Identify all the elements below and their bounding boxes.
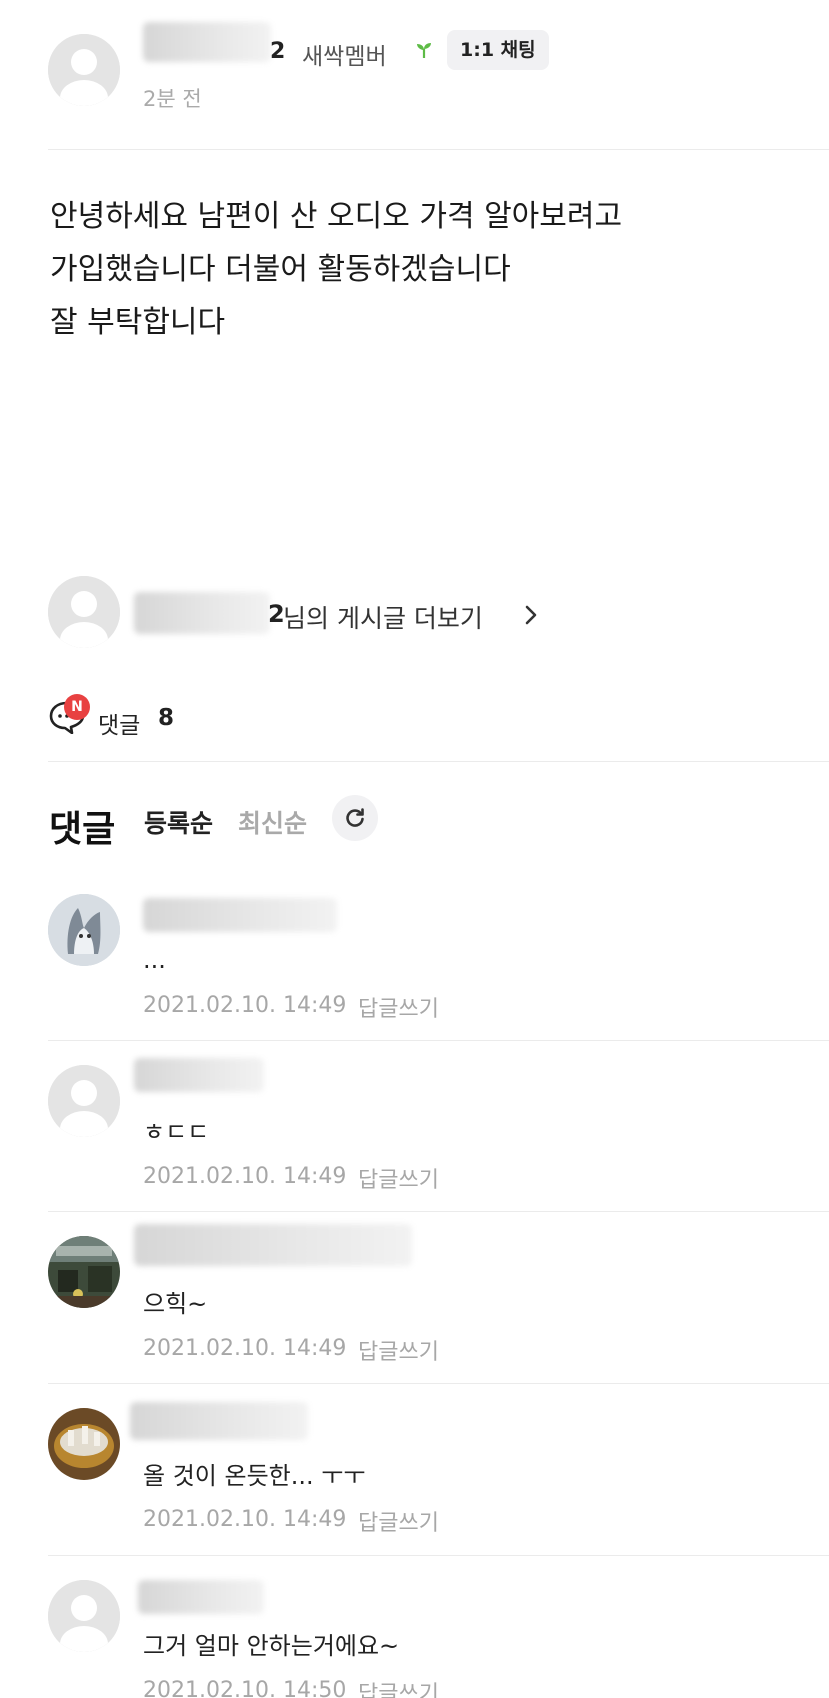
post-body: 안녕하세요 남편이 산 오디오 가격 알아보려고 가입했습니다 더불어 활동하겠… xyxy=(50,190,622,349)
commenter-avatar[interactable] xyxy=(48,1580,120,1652)
comment-text: ... xyxy=(143,946,166,974)
reply-button[interactable]: 답글쓰기 xyxy=(358,1676,439,1698)
comment-date: 2021.02.10. 14:50 xyxy=(143,1678,347,1698)
header-divider xyxy=(48,149,829,150)
comment-divider xyxy=(48,1040,829,1041)
comment-text: 으힉~ xyxy=(143,1290,208,1318)
commenter-nickname-redacted[interactable] xyxy=(134,1224,412,1266)
reply-button[interactable]: 답글쓰기 xyxy=(358,1334,439,1366)
author-more-posts-link[interactable]: 님의 게시글 더보기 xyxy=(283,599,483,635)
comment-text: ㅎㄷㄷ xyxy=(143,1118,210,1146)
commenter-nickname-redacted[interactable] xyxy=(138,1580,264,1614)
author-nickname-redacted[interactable] xyxy=(143,22,271,62)
cafe-post-page: 2 새싹멤버 1:1 채팅 2분 전 안녕하세요 남편이 산 오디오 가격 알아… xyxy=(0,0,829,1698)
default-profile-icon xyxy=(48,1065,120,1137)
comment-date: 2021.02.10. 14:49 xyxy=(143,993,347,1018)
comments-divider xyxy=(48,761,829,762)
comments-section-title: 댓글 xyxy=(49,809,116,850)
post-time: 2분 전 xyxy=(143,87,202,111)
post-body-line: 안녕하세요 남편이 산 오디오 가격 알아보려고 xyxy=(50,199,623,234)
character-avatar-icon xyxy=(48,894,120,966)
reply-button[interactable]: 답글쓰기 xyxy=(358,991,439,1023)
author-avatar[interactable] xyxy=(48,34,120,106)
post-body-line: 가입했습니다 더불어 활동하겠습니다 xyxy=(50,252,511,287)
comment-divider xyxy=(48,1211,829,1212)
default-profile-icon xyxy=(48,576,120,648)
author-nickname-suffix[interactable]: 2 xyxy=(270,39,285,64)
comment-date: 2021.02.10. 14:49 xyxy=(143,1336,347,1361)
comment-text: 그거 얼마 안하는거에요~ xyxy=(143,1632,400,1660)
commenter-avatar[interactable] xyxy=(48,1408,120,1480)
commenter-nickname-redacted[interactable] xyxy=(134,1058,264,1092)
refresh-button[interactable] xyxy=(332,795,378,841)
commenter-avatar[interactable] xyxy=(48,894,120,966)
comment-date: 2021.02.10. 14:49 xyxy=(143,1164,347,1189)
default-profile-icon xyxy=(48,1580,120,1652)
refresh-icon xyxy=(346,808,364,827)
comment-text: 올 것이 온듯한... ㅜㅜ xyxy=(143,1462,366,1490)
post-body-line: 잘 부탁합니다 xyxy=(50,305,226,340)
member-grade: 새싹멤버 xyxy=(302,44,387,70)
new-comment-badge: N xyxy=(64,694,90,720)
comment-toggle-label[interactable]: 댓글 xyxy=(98,706,140,740)
photo-avatar-icon xyxy=(48,1408,120,1480)
comment-count[interactable]: 8 xyxy=(158,705,174,731)
default-profile-icon xyxy=(48,34,120,106)
one-on-one-chat-button[interactable]: 1:1 채팅 xyxy=(447,30,549,70)
comment-divider xyxy=(48,1383,829,1384)
commenter-avatar[interactable] xyxy=(48,1065,120,1137)
reply-button[interactable]: 답글쓰기 xyxy=(358,1505,439,1537)
commenter-nickname-redacted[interactable] xyxy=(143,898,337,932)
comment-divider xyxy=(48,1555,829,1556)
sprout-icon xyxy=(417,43,431,58)
sort-by-registered[interactable]: 등록순 xyxy=(144,804,213,840)
photo-avatar-icon xyxy=(48,1236,120,1308)
commenter-nickname-redacted[interactable] xyxy=(130,1402,308,1440)
reply-button[interactable]: 답글쓰기 xyxy=(358,1162,439,1194)
commenter-avatar[interactable] xyxy=(48,1236,120,1308)
comment-date: 2021.02.10. 14:49 xyxy=(143,1507,347,1532)
sort-by-latest[interactable]: 최신순 xyxy=(238,804,307,840)
chevron-right-icon[interactable] xyxy=(524,604,538,626)
author-more-nickname-redacted[interactable] xyxy=(134,592,270,634)
author-more-avatar[interactable] xyxy=(48,576,120,648)
